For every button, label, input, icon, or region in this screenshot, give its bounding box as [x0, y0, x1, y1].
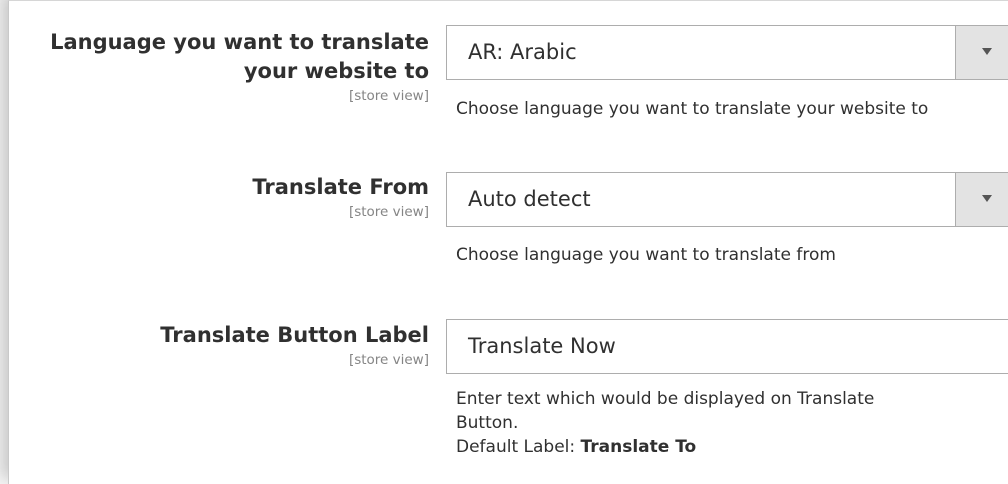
button-label-input[interactable]: Translate Now: [446, 319, 1008, 374]
default-label-line: Default Label: Translate To: [456, 435, 874, 459]
caret-down-icon: [982, 48, 992, 55]
translate-from-select[interactable]: Auto detect: [446, 172, 1008, 227]
translate-from-arrow[interactable]: [955, 173, 1008, 226]
language-note: Choose language you want to translate yo…: [456, 99, 929, 119]
default-label-prefix: Default Label:: [456, 437, 581, 457]
translate-from-scope: [store view]: [348, 204, 429, 220]
translate-from-note: Choose language you want to translate fr…: [456, 245, 836, 265]
language-scope: [store view]: [348, 88, 429, 104]
language-select-arrow[interactable]: [955, 26, 1008, 79]
default-label-value: Translate To: [580, 437, 697, 457]
button-label-note: Enter text which would be displayed on T…: [456, 387, 874, 459]
button-label-note-line2: Button.: [456, 413, 519, 433]
language-label-line1: Language you want to translate: [50, 30, 429, 54]
language-label: Language you want to translate your webs…: [50, 28, 429, 86]
translate-from-label: Translate From: [252, 175, 429, 199]
button-label-input-value: Translate Now: [468, 334, 616, 358]
button-label-label: Translate Button Label: [160, 323, 429, 347]
translate-from-value: Auto detect: [468, 187, 591, 211]
language-select-value: AR: Arabic: [468, 40, 577, 64]
config-panel: Language you want to translate your webs…: [8, 0, 1008, 484]
button-label-scope: [store view]: [348, 352, 429, 368]
language-label-line2: your website to: [243, 59, 429, 83]
button-label-note-line1: Enter text which would be displayed on T…: [456, 389, 875, 409]
language-select[interactable]: AR: Arabic: [446, 25, 1008, 80]
caret-down-icon: [982, 195, 992, 202]
